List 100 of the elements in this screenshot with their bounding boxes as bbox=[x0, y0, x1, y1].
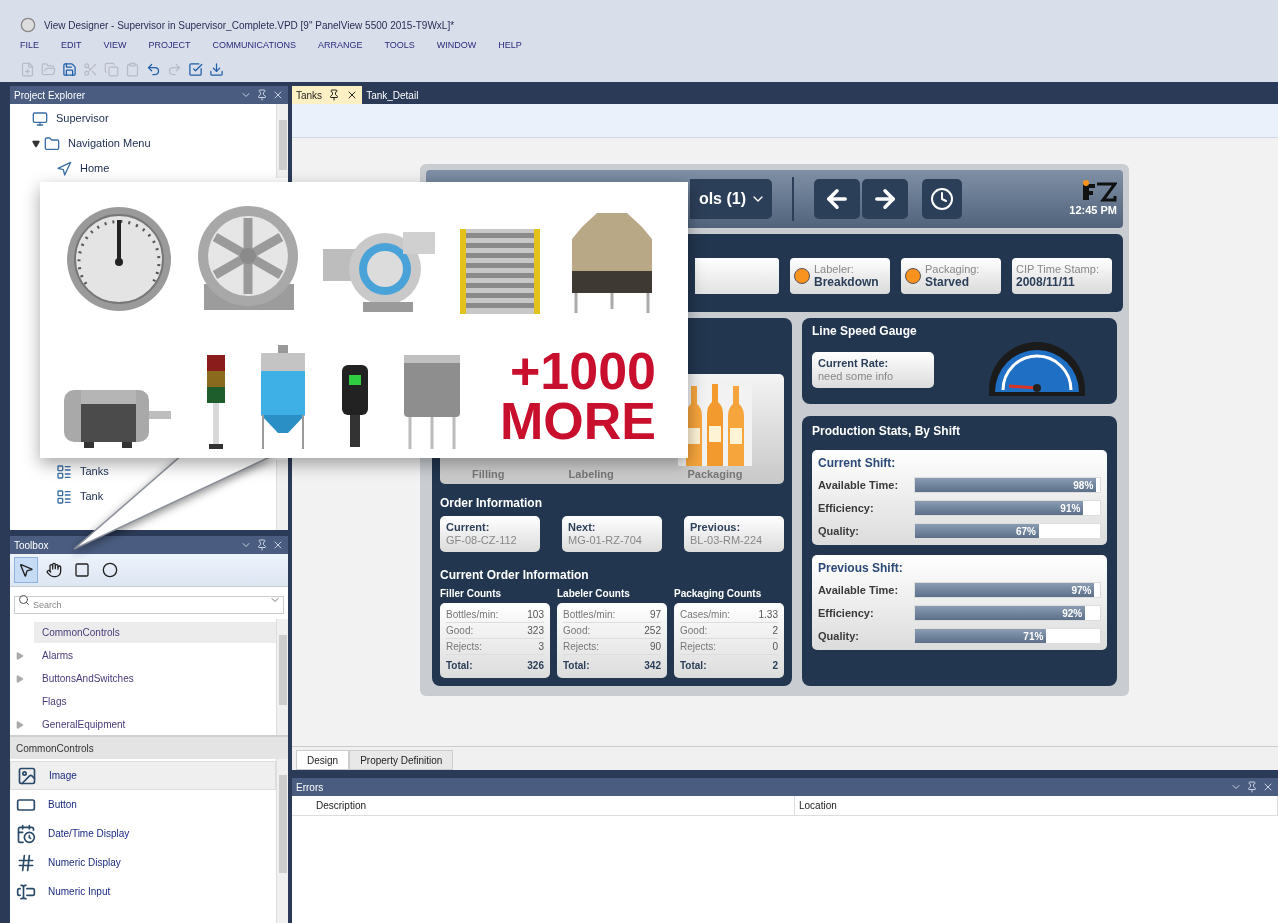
panel-title: Toolbox bbox=[14, 538, 50, 553]
category-item[interactable]: Flags bbox=[34, 691, 276, 712]
scrollbar[interactable] bbox=[276, 104, 288, 178]
menu-item[interactable]: TOOLS bbox=[384, 39, 415, 53]
total-value: 2 bbox=[772, 658, 778, 673]
document-tab[interactable]: Tanks bbox=[292, 86, 363, 104]
order-label: Next: bbox=[568, 521, 597, 534]
section-title: Order Information bbox=[440, 495, 543, 512]
control-item[interactable]: Image bbox=[10, 761, 276, 790]
menu-item[interactable]: COMMUNICATIONS bbox=[212, 39, 296, 53]
view-tab[interactable]: Design bbox=[296, 750, 350, 770]
panel-heading: Production Stats, By Shift bbox=[812, 423, 961, 440]
stage-label: Labeling bbox=[568, 466, 614, 482]
scrollbar[interactable] bbox=[276, 460, 288, 530]
metric-fill: 67% bbox=[915, 524, 1039, 538]
total-label: Total: bbox=[446, 658, 473, 673]
column-header[interactable]: Description bbox=[312, 796, 795, 815]
menu-item[interactable]: PROJECT bbox=[148, 39, 191, 53]
status-label: Labeler: bbox=[814, 263, 855, 276]
menu-item[interactable]: HELP bbox=[498, 39, 522, 53]
count-label: Bottles/min: bbox=[446, 608, 499, 622]
pointer-icon bbox=[18, 562, 34, 578]
pointer-tool[interactable] bbox=[14, 557, 38, 583]
section-title: Current Order Information bbox=[440, 567, 590, 584]
forward-button[interactable] bbox=[862, 179, 908, 219]
view-tab[interactable]: Property Definition bbox=[349, 750, 454, 770]
menu-item[interactable]: ARRANGE bbox=[317, 39, 363, 53]
group-title: CommonControls bbox=[16, 741, 94, 756]
column-header[interactable]: Location bbox=[795, 796, 1278, 815]
tree-item[interactable]: Home bbox=[80, 160, 110, 177]
scrollbar[interactable] bbox=[276, 759, 288, 923]
rate-label: Current Rate: bbox=[818, 357, 890, 370]
expanded-arrow-icon[interactable] bbox=[32, 139, 40, 148]
collapsed-arrow-icon[interactable] bbox=[16, 720, 24, 729]
menu-item[interactable]: FILE bbox=[20, 39, 39, 53]
app-icon bbox=[20, 17, 36, 33]
tree-item[interactable]: Navigation Menu bbox=[68, 135, 151, 152]
tree-item[interactable]: Tank bbox=[80, 488, 104, 505]
checkbox-icon[interactable] bbox=[188, 61, 203, 77]
tree-item[interactable]: Supervisor bbox=[56, 110, 109, 127]
search-icon bbox=[18, 594, 30, 606]
menu-item[interactable]: VIEW bbox=[103, 39, 127, 53]
category-item[interactable]: ButtonsAndSwitches bbox=[34, 668, 276, 689]
calendar-icon bbox=[16, 823, 36, 844]
count-label: Good: bbox=[680, 624, 708, 638]
counts-title: Filler Counts bbox=[440, 587, 503, 601]
control-item[interactable]: Button bbox=[10, 790, 276, 819]
count-value: 0 bbox=[772, 640, 778, 654]
rectangle-icon bbox=[74, 562, 90, 578]
menu-item[interactable]: EDIT bbox=[61, 39, 82, 53]
metric-label: Quality: bbox=[818, 523, 860, 539]
clock-time: 12:45 PM bbox=[1069, 202, 1117, 218]
conveyor-icon bbox=[460, 229, 540, 314]
count-label: Rejects: bbox=[446, 640, 483, 654]
category-item[interactable]: Alarms bbox=[34, 645, 276, 666]
panel-title: Project Explorer bbox=[14, 88, 87, 103]
shift-title: Current Shift: bbox=[818, 455, 897, 472]
stage-label: Packaging bbox=[687, 466, 743, 482]
status-label: Packaging: bbox=[925, 263, 980, 276]
count-value: 323 bbox=[527, 624, 544, 638]
document-tab[interactable]: Tank_Detail bbox=[362, 86, 423, 104]
pin-icon[interactable] bbox=[328, 89, 341, 101]
collapsed-arrow-icon[interactable] bbox=[16, 651, 24, 660]
count-value: 2 bbox=[772, 624, 778, 638]
clock-icon bbox=[930, 187, 954, 211]
download-icon[interactable] bbox=[209, 61, 224, 77]
tree-item[interactable]: Tanks bbox=[80, 463, 109, 480]
navigation-icon bbox=[56, 160, 72, 177]
metric-fill: 92% bbox=[915, 606, 1086, 620]
back-button[interactable] bbox=[814, 179, 860, 219]
control-item[interactable]: Date/Time Display bbox=[10, 819, 276, 848]
panel-title: Errors bbox=[296, 780, 325, 795]
control-item[interactable]: Numeric Input bbox=[10, 877, 276, 906]
history-button[interactable] bbox=[922, 179, 962, 219]
category-item[interactable]: CommonControls bbox=[34, 622, 276, 643]
status-value: Breakdown bbox=[814, 276, 879, 289]
count-value: 252 bbox=[644, 624, 661, 638]
count-value: 103 bbox=[527, 608, 544, 622]
screen-icon bbox=[56, 488, 72, 505]
order-label: Current: bbox=[446, 521, 491, 534]
monitor-icon bbox=[32, 110, 48, 127]
count-label: Good: bbox=[446, 624, 474, 638]
stage-label: Filling bbox=[472, 466, 505, 482]
screens-dropdown[interactable]: ols (1) bbox=[690, 179, 772, 219]
control-item[interactable]: Numeric Display bbox=[10, 848, 276, 877]
stack-light-icon bbox=[206, 355, 226, 450]
screen-icon bbox=[56, 463, 72, 480]
metric-fill: 97% bbox=[915, 583, 1095, 597]
menu-item[interactable]: WINDOW bbox=[436, 39, 477, 53]
order-value: GF-08-CZ-112 bbox=[446, 534, 518, 547]
collapsed-arrow-icon[interactable] bbox=[16, 674, 24, 683]
scrollbar[interactable] bbox=[276, 619, 288, 735]
folder-icon bbox=[44, 135, 60, 152]
category-item[interactable]: GeneralEquipment bbox=[34, 714, 276, 735]
undo-icon[interactable] bbox=[146, 61, 161, 77]
count-value: 90 bbox=[649, 640, 661, 654]
save-icon[interactable] bbox=[62, 61, 77, 77]
metric-label: Efficiency: bbox=[818, 500, 875, 516]
shift-title: Previous Shift: bbox=[818, 560, 904, 577]
search-field[interactable]: Search bbox=[14, 596, 284, 614]
